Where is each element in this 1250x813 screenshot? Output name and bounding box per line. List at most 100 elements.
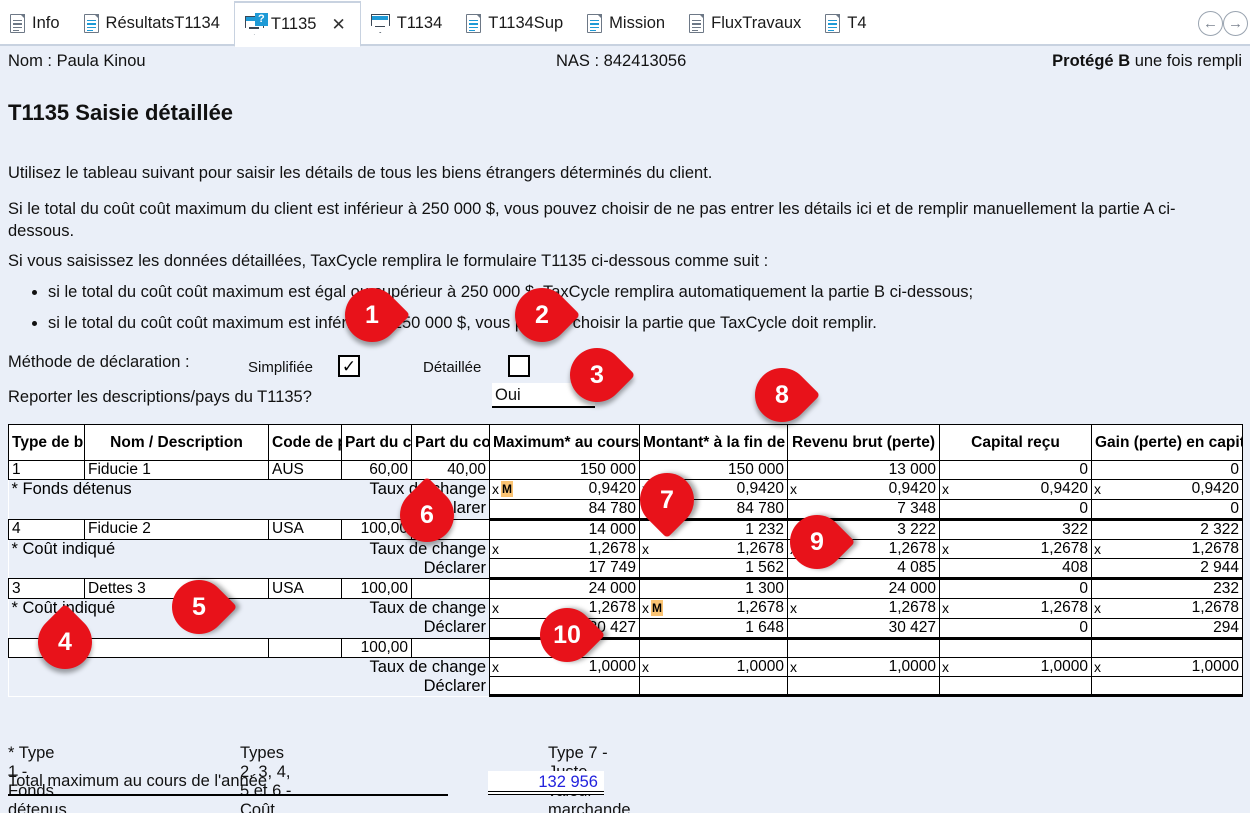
- tab-résultatst1134[interactable]: RésultatsT1134: [74, 0, 234, 46]
- protected-badge: Protégé B une fois rempli: [1052, 52, 1242, 71]
- cell-max-year[interactable]: [489, 637, 640, 658]
- rate-end-year[interactable]: x 1,0000: [639, 656, 788, 677]
- cell-spouse-share[interactable]: 40,00: [411, 460, 490, 480]
- rate-capital-received[interactable]: x 1,0000: [939, 656, 1092, 677]
- cell-name[interactable]: Fiducie 2: [84, 518, 269, 540]
- cell-capital-gain[interactable]: 2 322: [1091, 518, 1243, 540]
- declare-capital-received: 0: [939, 498, 1092, 521]
- cell-capital-received[interactable]: 0: [939, 578, 1092, 599]
- tab-list: Info RésultatsT1134? T1135 ✕ T1134 T1134Sup Mi…: [0, 0, 881, 47]
- cell-capital-received[interactable]: 322: [939, 518, 1092, 540]
- exchange-rate-value: 1,2678: [588, 599, 636, 617]
- report-descriptions-select[interactable]: Oui: [492, 383, 595, 408]
- table-header: Type de bienNom / DescriptionCode de pay…: [8, 424, 1243, 461]
- rate-max-year[interactable]: x 1,0000: [489, 656, 640, 677]
- cell-client-share[interactable]: 60,00: [341, 460, 412, 480]
- declare-capital-received: [939, 676, 1092, 697]
- rate-capital-received[interactable]: x 1,2678: [939, 538, 1092, 559]
- rate-capital-received[interactable]: x 1,2678: [939, 598, 1092, 619]
- cell-type[interactable]: [8, 637, 85, 658]
- cell-client-share[interactable]: 100,00: [341, 578, 412, 599]
- document-icon: [825, 13, 841, 33]
- marker-number: 8: [775, 380, 789, 409]
- table-row: 100,00: [8, 637, 1243, 658]
- rate-end-year[interactable]: x 1,2678: [639, 538, 788, 559]
- declare-capital-gain: 2 944: [1091, 558, 1243, 580]
- tab-t1134sup[interactable]: T1134Sup: [456, 0, 577, 46]
- exchange-rate-value: 0,9420: [1040, 480, 1088, 498]
- cell-country[interactable]: [268, 637, 342, 658]
- cell-end-year[interactable]: 150 000: [639, 460, 788, 480]
- cell-spouse-share[interactable]: [411, 578, 490, 599]
- cell-type[interactable]: 4: [8, 518, 85, 540]
- rate-capital-gain[interactable]: x 1,2678: [1091, 598, 1243, 619]
- cell-spouse-share[interactable]: [411, 637, 490, 658]
- intro-paragraph-2: Si le total du coût coût maximum du clie…: [8, 200, 1176, 241]
- rate-gross-income[interactable]: x 0,9420: [787, 479, 940, 500]
- declare-capital-received: 408: [939, 558, 1092, 580]
- cell-capital-gain[interactable]: [1091, 637, 1243, 658]
- rate-gross-income[interactable]: x 1,2678: [787, 598, 940, 619]
- cell-name[interactable]: Dettes 3: [84, 578, 269, 599]
- rate-max-year[interactable]: x M 0,9420: [489, 479, 640, 500]
- tab-t1134[interactable]: T1134: [361, 0, 457, 46]
- declare-end-year: 1 562: [639, 558, 788, 580]
- cell-capital-received[interactable]: 0: [939, 460, 1092, 480]
- tab-close-icon[interactable]: ✕: [331, 16, 345, 33]
- cell-spouse-share[interactable]: [411, 518, 490, 540]
- rate-capital-received[interactable]: x 0,9420: [939, 479, 1092, 500]
- memo-flag-icon[interactable]: M: [501, 481, 513, 497]
- rate-max-year[interactable]: x 1,2678: [489, 598, 640, 619]
- tab-t4[interactable]: T4: [815, 0, 880, 46]
- document-icon: [10, 13, 25, 33]
- cell-end-year[interactable]: 1 232: [639, 518, 788, 540]
- exchange-rate-value: 1,0000: [1191, 657, 1239, 675]
- cell-capital-gain[interactable]: 0: [1091, 460, 1243, 480]
- tab-fluxtravaux[interactable]: FluxTravaux: [679, 0, 815, 46]
- cell-country[interactable]: USA: [268, 578, 342, 599]
- simplified-checkbox[interactable]: ✓: [338, 355, 360, 377]
- rate-gross-income[interactable]: x 1,0000: [787, 656, 940, 677]
- cell-max-year[interactable]: 24 000: [489, 578, 640, 599]
- cell-name[interactable]: [84, 637, 269, 658]
- cell-country[interactable]: USA: [268, 518, 342, 540]
- cell-max-year[interactable]: 150 000: [489, 460, 640, 480]
- exchange-rate-value: 0,9420: [888, 480, 936, 498]
- cell-max-year[interactable]: 14 000: [489, 518, 640, 540]
- declare-end-year: 1 648: [639, 617, 788, 640]
- tab-label: T1135: [270, 15, 317, 33]
- cell-country[interactable]: AUS: [268, 460, 342, 480]
- cell-client-share[interactable]: 100,00: [341, 518, 412, 540]
- forward-arrow-icon[interactable]: →: [1223, 11, 1248, 36]
- detailed-label: Détaillée: [423, 359, 482, 376]
- tab-mission[interactable]: Mission: [577, 0, 679, 46]
- cell-capital-received[interactable]: [939, 637, 1092, 658]
- cell-end-year[interactable]: [639, 637, 788, 658]
- rate-end-year[interactable]: x 0,9420: [639, 479, 788, 500]
- client-header-strip: Nom : Paula Kinou NAS : 842413056 Protég…: [0, 46, 1250, 78]
- document-icon: [587, 13, 603, 33]
- total-value: 132 956: [488, 771, 604, 795]
- cell-capital-gain[interactable]: 232: [1091, 578, 1243, 599]
- exchange-rate-value: 1,2678: [588, 539, 636, 557]
- cell-end-year[interactable]: 1 300: [639, 578, 788, 599]
- rate-capital-gain[interactable]: x 1,2678: [1091, 538, 1243, 559]
- rate-capital-gain[interactable]: x 1,0000: [1091, 656, 1243, 677]
- rate-max-year[interactable]: x 1,2678: [489, 538, 640, 559]
- detailed-checkbox[interactable]: [508, 355, 530, 377]
- cell-type[interactable]: 3: [8, 578, 85, 599]
- cell-name[interactable]: Fiducie 1: [84, 460, 269, 480]
- cell-gross-income[interactable]: 3 222: [787, 518, 940, 540]
- rate-gross-income[interactable]: x 1,2678: [787, 538, 940, 559]
- cell-gross-income[interactable]: 13 000: [787, 460, 940, 480]
- cell-gross-income[interactable]: [787, 637, 940, 658]
- tab-t1135[interactable]: ? T1135 ✕: [233, 2, 361, 47]
- memo-flag-icon[interactable]: M: [651, 600, 663, 616]
- rate-capital-gain[interactable]: x 0,9420: [1091, 479, 1243, 500]
- cell-type[interactable]: 1: [8, 460, 85, 480]
- back-arrow-icon[interactable]: ←: [1198, 11, 1223, 36]
- cell-gross-income[interactable]: 24 000: [787, 578, 940, 599]
- tab-info[interactable]: Info: [0, 0, 74, 46]
- rate-end-year[interactable]: x M 1,2678: [639, 598, 788, 619]
- cell-client-share[interactable]: 100,00: [341, 637, 412, 658]
